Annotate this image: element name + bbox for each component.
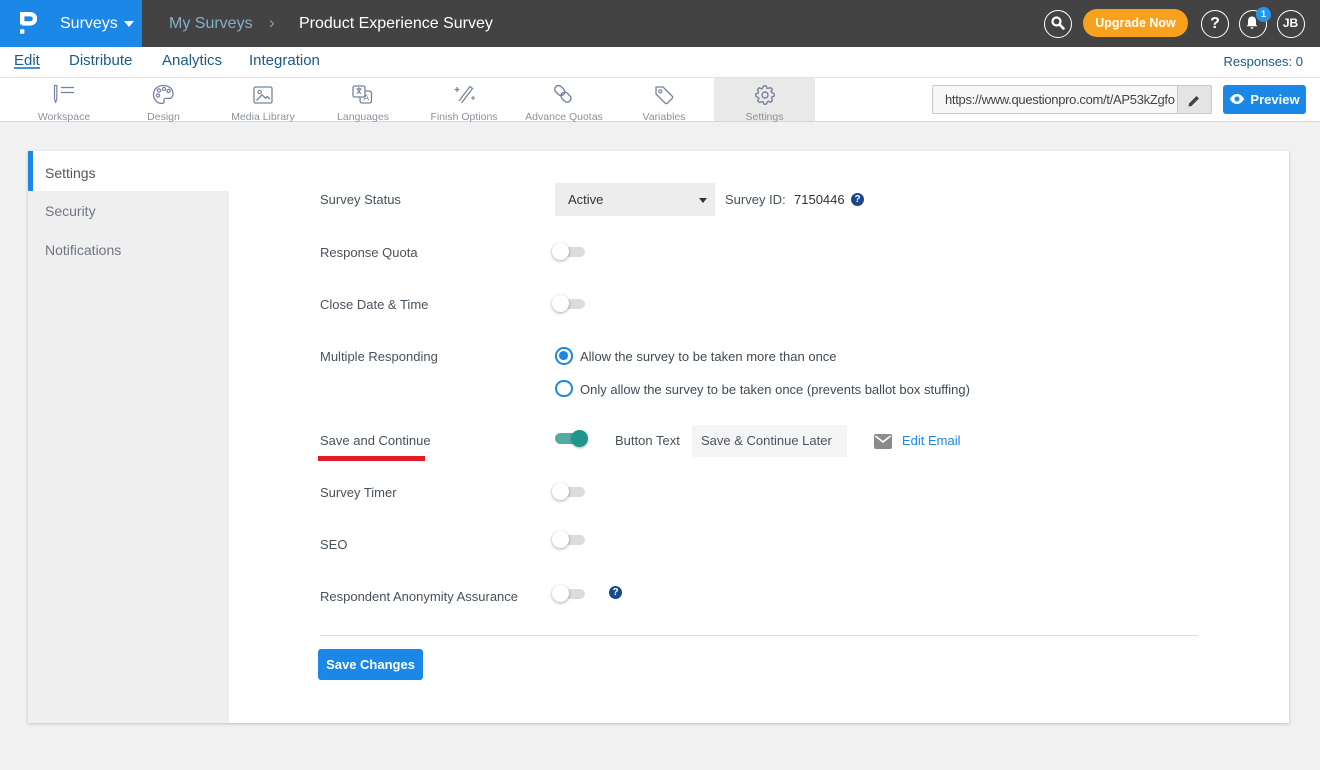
svg-text:A: A <box>363 93 369 103</box>
